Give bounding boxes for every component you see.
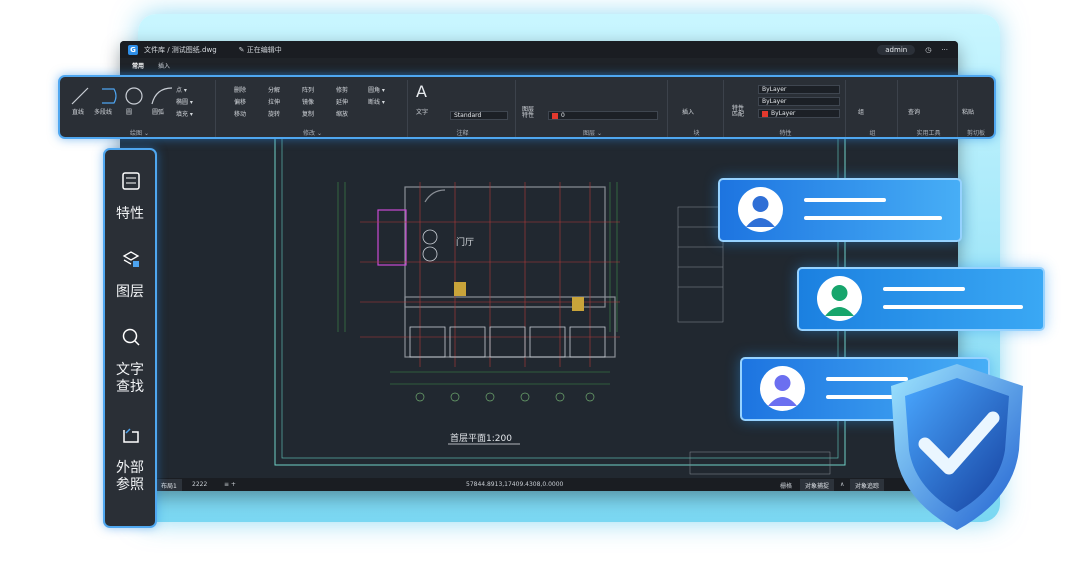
security-shield-icon — [891, 364, 1023, 530]
layers-icon — [122, 251, 140, 267]
side-panel: 特性 图层 文字 查找 外部 参照 — [103, 148, 157, 528]
linetype-select[interactable]: ByLayer — [758, 85, 840, 94]
sidepanel-xref[interactable]: 外部 参照 — [105, 460, 155, 494]
lineweight-select[interactable]: ByLayer — [758, 97, 840, 106]
offset-tool[interactable]: 偏移 — [234, 97, 246, 106]
layer-properties-button[interactable]: 图层 特性 — [522, 107, 534, 119]
user-avatar-icon — [738, 187, 783, 232]
layout-number: 2222 — [192, 481, 208, 488]
menu-bar: 常用 插入 — [120, 58, 958, 72]
paste-button[interactable]: 粘贴 — [962, 107, 974, 116]
layer-group: 图层 特性 0 图层 ⌄ — [518, 80, 668, 137]
array-tool[interactable]: 阵列 — [302, 85, 314, 94]
text-style-select[interactable]: Standard — [450, 111, 508, 120]
color-swatch — [762, 110, 768, 117]
layer-color-swatch — [552, 112, 558, 119]
match-properties-button[interactable]: 特性 匹配 — [732, 106, 744, 118]
point-tool[interactable]: 点 ▾ — [176, 85, 187, 94]
explode-tool[interactable]: 分解 — [268, 85, 280, 94]
user-avatar-icon — [760, 366, 805, 411]
block-group-label: 块 — [693, 130, 700, 137]
fill-tool[interactable]: 填充 ▾ — [176, 109, 193, 118]
room-label: 门厅 — [456, 236, 474, 248]
tab-insert[interactable]: 插入 — [158, 61, 170, 70]
user-badge[interactable]: admin — [877, 44, 916, 55]
xref-icon — [123, 428, 139, 443]
query-button[interactable]: 查询 — [908, 107, 920, 116]
properties-group: 特性 匹配 ByLayer ByLayer ByLayer 特性 — [726, 80, 846, 137]
clipboard-group-label: 剪切板 — [966, 130, 985, 137]
insert-block-button[interactable]: 插入 — [682, 107, 694, 116]
sidepanel-layers[interactable]: 图层 — [105, 284, 155, 301]
sidepanel-text-search[interactable]: 文字 查找 — [105, 362, 155, 396]
file-breadcrumb[interactable]: 文件库 / 测试图纸.dwg — [144, 45, 217, 55]
stretch-tool[interactable]: 拉伸 — [268, 97, 280, 106]
color-select-value: ByLayer — [771, 110, 796, 117]
user-card — [797, 267, 1045, 331]
ellipse-tool[interactable]: 椭圆 ▾ — [176, 97, 193, 106]
snap-arrow-icon[interactable]: ∧ — [840, 481, 844, 488]
color-select[interactable]: ByLayer — [758, 109, 840, 118]
user-avatar-icon — [817, 276, 862, 321]
current-layer-select[interactable]: 0 — [548, 111, 658, 120]
modify-group-label: 修改 ⌄ — [303, 130, 322, 137]
delete-tool[interactable]: 删除 — [234, 85, 246, 94]
polyline-tool[interactable]: 多段线 — [94, 107, 112, 116]
modify-group: 删除 分解 阵列 修剪 圆角 ▾ 偏移 拉伸 镜像 延伸 断线 ▾ 移动 旋转 … — [218, 80, 408, 137]
user-card — [718, 178, 962, 242]
layout-menu-icon[interactable]: ≡ + — [224, 481, 236, 488]
break-tool[interactable]: 断线 ▾ — [368, 97, 385, 106]
annotate-group: A 文字 Standard 注释 — [410, 80, 516, 137]
draw-group-label: 绘图 ⌄ — [130, 130, 149, 137]
scale-tool[interactable]: 缩放 — [336, 109, 348, 118]
block-group: 插入 块 — [670, 80, 724, 137]
status-bar: 布局1 2222 ≡ + 57844.8913,17409.4308,0.000… — [120, 478, 958, 491]
mirror-tool[interactable]: 镜像 — [302, 97, 314, 106]
layout-tab[interactable]: 布局1 — [156, 479, 182, 491]
group-group-label: 组 — [869, 130, 876, 137]
utilities-group: 查询 实用工具 — [900, 80, 958, 137]
draw-tool-icons — [71, 87, 173, 105]
properties-group-label: 特性 — [779, 130, 792, 137]
clipboard-group: 粘贴 剪切板 — [958, 80, 994, 137]
marketing-stage: G 文件库 / 测试图纸.dwg ✎ 正在编辑中 admin ◷ ··· 常用 … — [0, 0, 1080, 573]
grid-toggle[interactable]: 栅格 — [780, 481, 792, 490]
cursor-coordinates: 57844.8913,17409.4308,0.0000 — [466, 481, 564, 488]
draw-group: 直线 多段线 圆 圆弧 点 ▾ 椭圆 ▾ 填充 ▾ 绘图 ⌄ — [64, 80, 216, 137]
more-icon[interactable]: ··· — [941, 46, 948, 54]
utilities-group-label: 实用工具 — [916, 130, 941, 137]
drawing-title: 首层平面1:200 — [450, 432, 512, 444]
circle-tool[interactable]: 圆 — [126, 107, 132, 116]
arc-tool[interactable]: 圆弧 — [152, 107, 164, 116]
annotate-group-label: 注释 — [456, 130, 469, 137]
copy-tool[interactable]: 复制 — [302, 109, 314, 118]
edit-status: ✎ 正在编辑中 — [238, 45, 282, 54]
fillet-tool[interactable]: 圆角 ▾ — [368, 85, 385, 94]
app-logo-icon: G — [128, 44, 138, 55]
move-tool[interactable]: 移动 — [234, 109, 246, 118]
line-tool[interactable]: 直线 — [72, 107, 84, 116]
object-track-toggle[interactable]: 对象追踪 — [850, 479, 885, 491]
layer-group-label: 图层 ⌄ — [583, 130, 602, 137]
ribbon-toolbar: 直线 多段线 圆 圆弧 点 ▾ 椭圆 ▾ 填充 ▾ 绘图 ⌄ 删除 分解 阵列 … — [58, 75, 996, 139]
extend-tool[interactable]: 延伸 — [336, 97, 348, 106]
trim-tool[interactable]: 修剪 — [336, 85, 348, 94]
tab-home[interactable]: 常用 — [132, 61, 144, 70]
sidepanel-properties[interactable]: 特性 — [105, 206, 155, 223]
properties-icon — [122, 172, 140, 190]
text-search-icon — [122, 328, 140, 346]
current-layer-name: 0 — [561, 112, 565, 119]
group-button[interactable]: 组 — [858, 107, 864, 116]
group-group: 组 组 — [848, 80, 898, 137]
text-tool-icon[interactable]: A — [416, 82, 427, 101]
rotate-tool[interactable]: 旋转 — [268, 109, 280, 118]
title-bar: G 文件库 / 测试图纸.dwg ✎ 正在编辑中 admin ◷ ··· — [120, 41, 958, 58]
text-tool[interactable]: 文字 — [416, 107, 428, 116]
settings-icon[interactable]: ◷ — [925, 46, 931, 54]
object-snap-toggle[interactable]: 对象捕捉 — [800, 479, 835, 491]
